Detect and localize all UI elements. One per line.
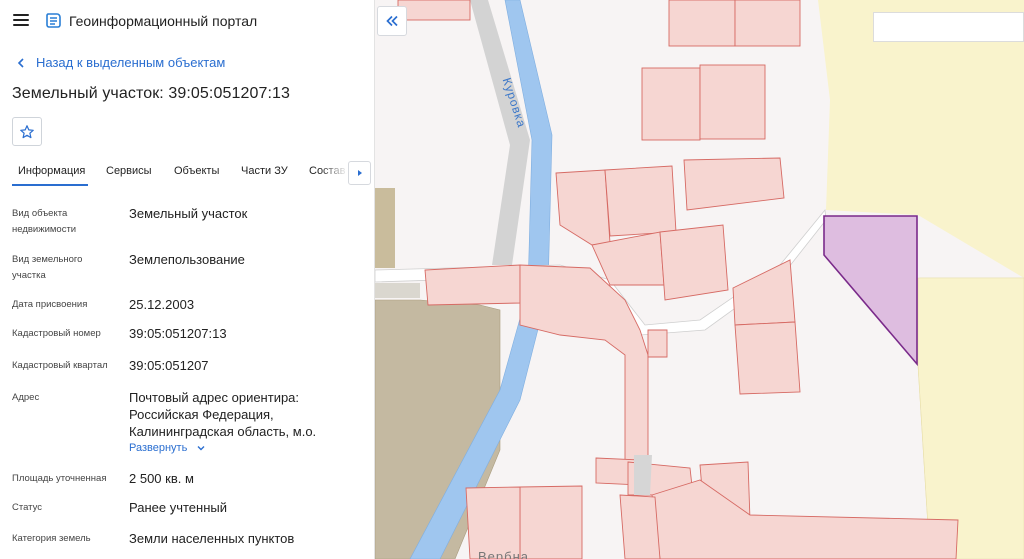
expand-label: Развернуть	[129, 442, 188, 454]
tab-parts[interactable]: Части ЗУ	[241, 165, 288, 177]
tabs-scroll-right-button[interactable]	[348, 161, 371, 185]
menu-icon[interactable]	[13, 14, 29, 26]
tab-info[interactable]: Информация	[18, 165, 85, 177]
info-label: Статус	[12, 502, 43, 513]
portal-logo-icon	[46, 13, 61, 28]
info-value: 39:05:051207	[129, 358, 209, 373]
collapse-panel-button[interactable]	[377, 6, 407, 36]
info-panel: Геоинформационный портал Назад к выделен…	[0, 0, 375, 559]
active-tab-indicator	[12, 184, 88, 186]
map-canvas[interactable]	[375, 0, 1024, 559]
info-value: Земли населенных пунктов	[129, 531, 295, 546]
info-value: Ранее учтенный	[129, 500, 227, 515]
favorite-button[interactable]	[12, 117, 42, 146]
info-label: Кадастровый квартал	[12, 360, 108, 371]
app-header: Геоинформационный портал	[0, 0, 374, 42]
tab-services[interactable]: Сервисы	[106, 165, 152, 177]
app-title: Геоинформационный портал	[69, 13, 258, 29]
chevron-left-icon	[17, 57, 24, 68]
back-link-label: Назад к выделенным объектам	[36, 55, 226, 70]
info-value: 25.12.2003	[129, 297, 195, 312]
map-view[interactable]: Вербна	[375, 0, 1024, 559]
info-value: Землепользование	[129, 252, 245, 267]
expand-address-link[interactable]: Развернуть	[129, 442, 206, 454]
info-label: Вид объекта недвижимости	[12, 208, 77, 235]
map-search-input[interactable]	[873, 12, 1024, 42]
double-chevron-left-icon	[386, 15, 398, 27]
info-value: 39:05:051207:13	[129, 326, 227, 341]
info-label: Категория земель	[12, 533, 91, 544]
chevron-right-icon	[357, 170, 362, 176]
street-label: Вербна	[478, 549, 529, 559]
info-value: 2 500 кв. м	[129, 471, 194, 486]
info-label: Площадь уточненная	[12, 473, 107, 484]
object-title: Земельный участок: 39:05:051207:13	[12, 85, 291, 102]
info-label: Кадастровый номер	[12, 328, 101, 339]
tab-objects[interactable]: Объекты	[174, 165, 219, 177]
info-label: Вид земельного участка	[12, 254, 83, 281]
chevron-down-icon	[197, 446, 205, 451]
star-icon	[20, 124, 34, 138]
info-label: Адрес	[12, 392, 40, 403]
address-value: Почтовый адрес ориентира: Российская Фед…	[129, 390, 317, 439]
info-value: Земельный участок	[129, 206, 248, 221]
back-link[interactable]: Назад к выделенным объектам	[14, 55, 225, 70]
tabs-fade	[320, 158, 348, 186]
info-label: Дата присвоения	[12, 299, 88, 310]
